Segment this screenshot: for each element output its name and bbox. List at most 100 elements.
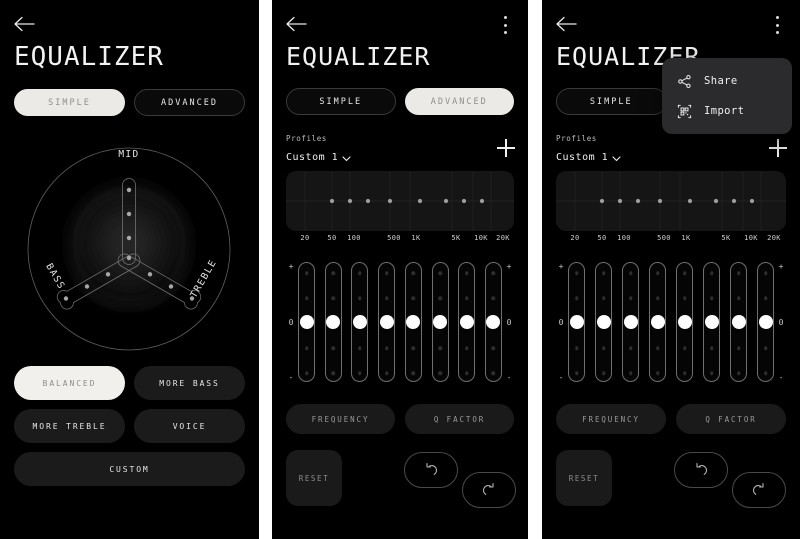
preset-balanced[interactable]: BALANCED <box>14 366 125 400</box>
band-slider-200[interactable] <box>378 262 396 382</box>
freq-tick-20k: 20K <box>767 234 781 242</box>
action-row: RESET <box>556 450 786 522</box>
band-knob[interactable] <box>459 315 474 329</box>
band-slider-20[interactable] <box>568 262 585 382</box>
share-icon <box>676 73 692 89</box>
more-vertical-icon[interactable] <box>497 16 513 34</box>
preset-voice[interactable]: VOICE <box>134 409 245 443</box>
freq-tick-20: 20 <box>570 234 580 242</box>
preset-custom[interactable]: CUSTOM <box>14 452 245 486</box>
q-factor-button[interactable]: Q FACTOR <box>676 404 786 434</box>
preset-row-3: CUSTOM <box>14 452 245 486</box>
freq-tick-5k: 5K <box>721 234 731 242</box>
band-slider-200[interactable] <box>649 262 666 382</box>
more-vertical-icon[interactable] <box>769 16 785 34</box>
band-knob[interactable] <box>299 315 314 329</box>
add-profile-button[interactable] <box>769 139 787 157</box>
menu-item-share[interactable]: Share <box>662 66 792 96</box>
band-slider-100[interactable] <box>351 262 369 382</box>
band-knob[interactable] <box>623 315 638 329</box>
band-knob[interactable] <box>758 315 773 329</box>
redo-button[interactable] <box>462 472 516 508</box>
menu-item-label: Import <box>704 105 745 117</box>
menu-item-label: Share <box>704 75 738 87</box>
radial-equalizer[interactable]: MID BASS TREBLE <box>0 128 259 378</box>
band-sliders: + 0 - + 0 - <box>556 262 786 382</box>
frequency-button[interactable]: FREQUENCY <box>286 404 395 434</box>
freq-tick-100: 100 <box>617 234 631 242</box>
band-knob[interactable] <box>379 315 394 329</box>
freq-tick-10k: 10K <box>744 234 758 242</box>
frequency-button[interactable]: FREQUENCY <box>556 404 666 434</box>
back-icon[interactable] <box>14 16 36 32</box>
frequency-response-graph[interactable] <box>286 171 514 231</box>
parameter-buttons: FREQUENCY Q FACTOR <box>286 404 514 434</box>
reset-button[interactable]: RESET <box>556 450 612 506</box>
reset-button[interactable]: RESET <box>286 450 342 506</box>
panel-gap-2 <box>528 0 542 539</box>
back-icon[interactable] <box>286 16 308 32</box>
q-factor-button[interactable]: Q FACTOR <box>405 404 514 434</box>
scale-mid: 0 <box>506 317 512 327</box>
band-knob[interactable] <box>731 315 746 329</box>
band-knob[interactable] <box>486 315 501 329</box>
panel-gap-1 <box>259 0 272 539</box>
band-slider-50[interactable] <box>324 262 342 382</box>
band-slider-1k[interactable] <box>431 262 449 382</box>
panel2-topbar <box>272 0 528 44</box>
back-icon[interactable] <box>556 16 578 32</box>
preset-list: BALANCED MORE BASS MORE TREBLE VOICE CUS… <box>14 366 245 495</box>
radial-label-treble: TREBLE <box>188 258 219 300</box>
band-slider-5k[interactable] <box>730 262 747 382</box>
freq-tick-100: 100 <box>347 234 361 242</box>
band-slider-500[interactable] <box>676 262 693 382</box>
mode-toggle-simple-panel: SIMPLE ADVANCED <box>0 89 259 116</box>
band-knob[interactable] <box>326 315 341 329</box>
scale-min: - <box>558 373 564 382</box>
profile-selector[interactable]: Custom 1 <box>556 150 621 165</box>
band-slider-100[interactable] <box>622 262 639 382</box>
band-knob[interactable] <box>569 315 584 329</box>
scale-left: + 0 - <box>286 262 296 382</box>
tab-advanced[interactable]: ADVANCED <box>404 88 514 115</box>
profile-selector[interactable]: Custom 1 <box>286 150 351 165</box>
panel-advanced-menu-open: EQUALIZER SIMPLE ADVANCED Profiles Custo… <box>542 0 800 539</box>
freq-tick-5k: 5K <box>451 234 461 242</box>
band-knob[interactable] <box>406 315 421 329</box>
tab-simple[interactable]: SIMPLE <box>556 88 667 115</box>
slider-lane <box>298 262 502 382</box>
overflow-menu: Share Import <box>662 58 792 134</box>
tab-simple[interactable]: SIMPLE <box>286 88 396 115</box>
band-knob[interactable] <box>677 315 692 329</box>
tab-advanced[interactable]: ADVANCED <box>134 89 245 116</box>
scale-max: + <box>288 262 294 271</box>
freq-tick-1k: 1K <box>411 234 421 242</box>
freq-tick-500: 500 <box>387 234 401 242</box>
preset-more-treble[interactable]: MORE TREBLE <box>14 409 125 443</box>
band-slider-20[interactable] <box>298 262 315 382</box>
menu-item-import[interactable]: Import <box>662 96 792 126</box>
band-slider-50[interactable] <box>595 262 612 382</box>
frequency-axis: 20 50 100 500 1K 5K 10K 20K <box>556 234 786 246</box>
scale-right: + 0 - <box>504 262 514 382</box>
band-knob[interactable] <box>704 315 719 329</box>
band-slider-500[interactable] <box>404 262 422 382</box>
redo-button[interactable] <box>732 472 786 508</box>
band-knob[interactable] <box>433 315 448 329</box>
scale-right: + 0 - <box>776 262 786 382</box>
undo-button[interactable] <box>674 452 728 488</box>
band-slider-20k[interactable] <box>484 262 502 382</box>
add-profile-button[interactable] <box>497 139 515 157</box>
scale-min: - <box>506 373 512 382</box>
band-knob[interactable] <box>352 315 367 329</box>
parameter-buttons: FREQUENCY Q FACTOR <box>556 404 786 434</box>
preset-more-bass[interactable]: MORE BASS <box>134 366 245 400</box>
tab-simple[interactable]: SIMPLE <box>14 89 125 116</box>
band-slider-5k[interactable] <box>458 262 476 382</box>
band-knob[interactable] <box>596 315 611 329</box>
band-knob[interactable] <box>650 315 665 329</box>
band-slider-1k[interactable] <box>703 262 720 382</box>
undo-button[interactable] <box>404 452 458 488</box>
frequency-response-graph[interactable] <box>556 171 786 231</box>
band-slider-20k[interactable] <box>757 262 774 382</box>
